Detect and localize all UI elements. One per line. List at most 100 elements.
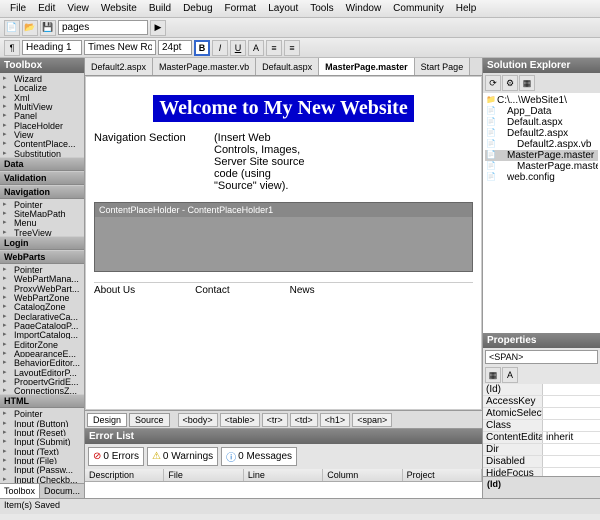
toolbox-cat-validation[interactable]: Validation xyxy=(0,171,84,185)
para-icon[interactable]: ¶ xyxy=(4,40,20,56)
menu-debug[interactable]: Debug xyxy=(177,1,218,16)
prop-key[interactable]: AtomicSelect xyxy=(483,408,543,419)
toolbox-item[interactable]: Input (Reset) xyxy=(0,427,84,436)
messages-filter[interactable]: ⓘ0 Messages xyxy=(221,447,297,466)
solution-root[interactable]: C:\...\WebSite1\ xyxy=(485,95,598,106)
menu-community[interactable]: Community xyxy=(387,1,450,16)
prop-val[interactable] xyxy=(543,396,600,407)
prop-key[interactable]: HideFocus xyxy=(483,468,543,476)
tree-item[interactable]: Default2.aspx xyxy=(485,128,598,139)
toolbox-item[interactable]: Input (Checkb... xyxy=(0,474,84,483)
underline-button[interactable]: U xyxy=(230,40,246,56)
col-file[interactable]: File xyxy=(164,469,243,481)
menu-window[interactable]: Window xyxy=(340,1,388,16)
prop-key[interactable]: ContentEdital xyxy=(483,432,543,443)
address-input[interactable] xyxy=(58,20,148,35)
col-description[interactable]: Description xyxy=(85,469,164,481)
crumb[interactable]: <span> xyxy=(352,413,392,427)
italic-button[interactable]: I xyxy=(212,40,228,56)
toolbox-item[interactable]: Menu xyxy=(0,217,84,226)
toolbox-item[interactable]: ContentPlace... xyxy=(0,138,84,147)
doc-tab[interactable]: Default2.aspx xyxy=(85,58,153,75)
menu-website[interactable]: Website xyxy=(95,1,143,16)
toolbox-item[interactable]: Panel xyxy=(0,110,84,119)
menu-layout[interactable]: Layout xyxy=(262,1,304,16)
menu-tools[interactable]: Tools xyxy=(304,1,339,16)
categorized-icon[interactable]: ▦ xyxy=(485,367,501,383)
footer-about[interactable]: About Us xyxy=(94,285,135,296)
toolbox-item[interactable]: Input (File) xyxy=(0,455,84,464)
toolbox-item[interactable]: CatalogZone xyxy=(0,301,84,310)
toolbox-item[interactable]: TreeView xyxy=(0,227,84,236)
bold-button[interactable]: B xyxy=(194,40,210,56)
prop-val[interactable] xyxy=(543,420,600,431)
doc-tab-active[interactable]: MasterPage.master xyxy=(319,58,415,75)
tree-item[interactable]: Default.aspx xyxy=(485,117,598,128)
menu-build[interactable]: Build xyxy=(143,1,177,16)
menu-help[interactable]: Help xyxy=(450,1,483,16)
design-surface[interactable]: Welcome to My New Website Navigation Sec… xyxy=(85,76,482,410)
toolbox-item[interactable]: Xml xyxy=(0,92,84,101)
toolbox-item[interactable]: LayoutEditorP... xyxy=(0,367,84,376)
prop-val[interactable] xyxy=(543,456,600,467)
crumb[interactable]: <td> xyxy=(290,413,318,427)
prop-key[interactable]: Class xyxy=(483,420,543,431)
toolbox-item[interactable]: Pointer xyxy=(0,199,84,208)
toolbox-item[interactable]: Localize xyxy=(0,82,84,91)
toolbox-cat-webparts[interactable]: WebParts xyxy=(0,250,84,264)
doc-tab[interactable]: MasterPage.master.vb xyxy=(153,58,256,75)
properties-target[interactable] xyxy=(485,350,598,364)
prop-val[interactable] xyxy=(543,384,600,395)
toolbox-item[interactable]: PageCatalogP... xyxy=(0,320,84,329)
prop-key[interactable]: AccessKey xyxy=(483,396,543,407)
tree-item[interactable]: App_Data xyxy=(485,106,598,117)
toolbox-item[interactable]: View xyxy=(0,129,84,138)
toolbox-item[interactable]: AppearanceE... xyxy=(0,348,84,357)
toolbox-item[interactable]: Input (Submit) xyxy=(0,436,84,445)
heading-select[interactable] xyxy=(22,40,82,55)
toolbox-item[interactable]: Substitution xyxy=(0,148,84,157)
tree-item[interactable]: web.config xyxy=(485,172,598,183)
toolbox-item[interactable]: Input (Button) xyxy=(0,418,84,427)
tree-item[interactable]: MasterPage.master.vb xyxy=(485,161,598,172)
prop-key[interactable]: (Id) xyxy=(483,384,543,395)
page-title[interactable]: Welcome to My New Website xyxy=(153,95,413,122)
errors-filter[interactable]: ⊘0 Errors xyxy=(88,447,144,466)
col-project[interactable]: Project xyxy=(403,469,482,481)
col-column[interactable]: Column xyxy=(323,469,402,481)
tree-item[interactable]: Default2.aspx.vb xyxy=(485,139,598,150)
toolbox-item[interactable]: MultiView xyxy=(0,101,84,110)
design-tab[interactable]: Design xyxy=(87,413,127,427)
toolbox-item[interactable]: DeclarativeCa... xyxy=(0,311,84,320)
alpha-icon[interactable]: A xyxy=(502,367,518,383)
toolbox-item[interactable]: Pointer xyxy=(0,264,84,273)
footer-news[interactable]: News xyxy=(290,285,315,296)
toolbox-item[interactable]: WebPartZone xyxy=(0,292,84,301)
menu-edit[interactable]: Edit xyxy=(32,1,61,16)
toolbox-item[interactable]: ProxyWebPart... xyxy=(0,283,84,292)
toolbox-item[interactable]: Input (Text) xyxy=(0,446,84,455)
go-icon[interactable]: ▶ xyxy=(150,20,166,36)
toolbox-item[interactable]: ImportCatalog... xyxy=(0,329,84,338)
doc-tab[interactable]: Start Page xyxy=(415,58,471,75)
toolbox-item[interactable]: EditorZone xyxy=(0,339,84,348)
show-all-icon[interactable]: ▦ xyxy=(519,75,535,91)
toolbox-item[interactable]: PlaceHolder xyxy=(0,120,84,129)
doc-tab[interactable]: Default.aspx xyxy=(256,58,319,75)
crumb[interactable]: <h1> xyxy=(320,413,351,427)
toolbox-cat-navigation[interactable]: Navigation xyxy=(0,185,84,199)
toolbox-item[interactable]: Pointer xyxy=(0,408,84,417)
font-select[interactable] xyxy=(84,40,156,55)
align-left-icon[interactable]: ≡ xyxy=(266,40,282,56)
toolbox-tab[interactable]: Toolbox xyxy=(0,484,40,498)
toolbox-item[interactable]: ConnectionsZ... xyxy=(0,385,84,394)
menu-format[interactable]: Format xyxy=(219,1,263,16)
prop-key[interactable]: Disabled xyxy=(483,456,543,467)
prop-val[interactable] xyxy=(543,444,600,455)
prop-val[interactable] xyxy=(543,408,600,419)
refresh-icon[interactable]: ⟳ xyxy=(485,75,501,91)
toolbox-item[interactable]: WebPartMana... xyxy=(0,273,84,282)
content-placeholder[interactable]: ContentPlaceHolder - ContentPlaceHolder1 xyxy=(94,202,473,272)
crumb[interactable]: <tr> xyxy=(262,413,288,427)
prop-val[interactable] xyxy=(543,468,600,476)
